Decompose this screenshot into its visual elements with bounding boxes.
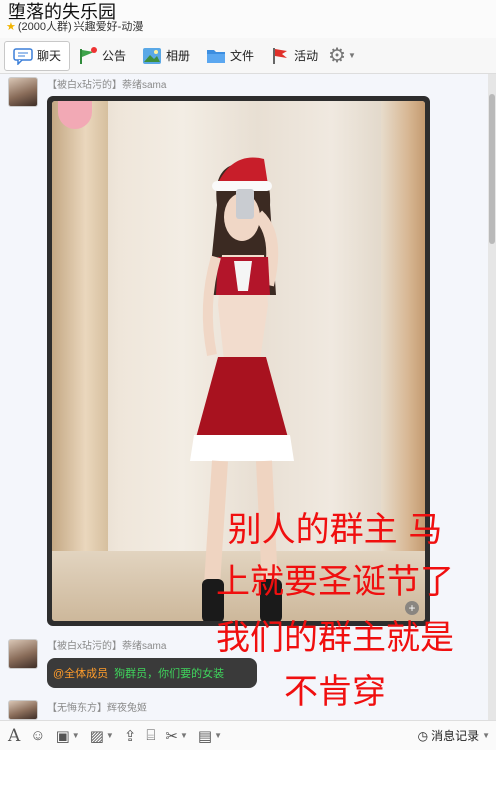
- tab-bar: 聊天 公告 相册 文件 活动 ⚙ ▼: [0, 38, 496, 74]
- message-history-button[interactable]: ◷ 消息记录 ▼: [418, 727, 490, 744]
- emoji-icon[interactable]: ☺: [30, 727, 45, 744]
- tab-album[interactable]: 相册: [134, 41, 198, 71]
- avatar[interactable]: [8, 77, 38, 107]
- group-header: 堕落的失乐园 ★ (2000人群) 兴趣爱好-动漫: [0, 0, 496, 38]
- screenshot-icon[interactable]: ✂ ▼: [165, 727, 188, 745]
- tab-label: 公告: [102, 49, 127, 63]
- overlay-caption-line-1: 别人的群主 马: [227, 510, 443, 550]
- history-label: 消息记录: [431, 729, 480, 743]
- group-info: ★ (2000人群) 兴趣爱好-动漫: [6, 18, 143, 34]
- overlay-caption-line-2: 上就要圣诞节了: [216, 562, 454, 602]
- tab-chat[interactable]: 聊天: [4, 40, 71, 71]
- avatar[interactable]: [8, 700, 38, 720]
- gift-icon[interactable]: ⌸: [146, 727, 155, 744]
- announcement-icon: [78, 46, 98, 65]
- avatar[interactable]: [8, 639, 38, 669]
- scrollbar[interactable]: [488, 74, 496, 720]
- message-bubble[interactable]: @全体成员 狗群员，你们要的女装: [47, 658, 257, 688]
- clock-icon: ◷: [417, 728, 429, 743]
- door-frame-left: [52, 101, 108, 621]
- sender-name[interactable]: 【被白x玷污的】萘绪sama: [47, 76, 166, 91]
- tab-label: 文件: [230, 49, 255, 63]
- tab-label: 聊天: [37, 49, 62, 63]
- chevron-down-icon[interactable]: ▼: [106, 731, 114, 740]
- tab-files[interactable]: 文件: [198, 41, 262, 71]
- scrollbar-thumb[interactable]: [489, 94, 495, 244]
- message-input[interactable]: [0, 750, 496, 796]
- folder-icon: [206, 47, 226, 65]
- sender-name[interactable]: 【被白x玷污的】萘绪sama: [47, 637, 166, 652]
- message-text: 狗群员，你们要的女装: [114, 668, 225, 680]
- tab-label: 相册: [166, 49, 191, 63]
- star-icon: ★: [6, 20, 16, 33]
- tab-announcement[interactable]: 公告: [70, 41, 134, 71]
- sender-name[interactable]: 【无悔东方】辉夜兔姬: [47, 699, 147, 714]
- image-icon[interactable]: ▨ ▼: [90, 727, 114, 745]
- font-icon[interactable]: A: [8, 726, 20, 746]
- upload-icon[interactable]: ⇪: [124, 727, 137, 745]
- chevron-down-icon[interactable]: ▼: [214, 731, 222, 740]
- chat-icon: [13, 47, 33, 66]
- chevron-down-icon[interactable]: ▼: [72, 731, 80, 740]
- chevron-down-icon[interactable]: ▼: [348, 51, 356, 60]
- chevron-down-icon[interactable]: ▼: [180, 731, 188, 740]
- group-category[interactable]: 兴趣爱好-动漫: [74, 18, 144, 34]
- overlay-caption-line-3: 我们的群主就是: [216, 618, 454, 658]
- chevron-down-icon: ▼: [482, 731, 490, 740]
- gif-icon[interactable]: ▣ ▼: [56, 727, 80, 745]
- tab-label: 活动: [294, 49, 319, 63]
- member-count: (2000人群): [17, 21, 72, 33]
- more-icon[interactable]: ▤ ▼: [198, 727, 222, 745]
- album-icon: [142, 47, 162, 65]
- mention-all[interactable]: @全体成员: [53, 665, 108, 681]
- settings-gear-icon[interactable]: ⚙: [326, 43, 348, 68]
- tab-activity[interactable]: 活动: [262, 41, 326, 71]
- flag-icon: [270, 47, 290, 65]
